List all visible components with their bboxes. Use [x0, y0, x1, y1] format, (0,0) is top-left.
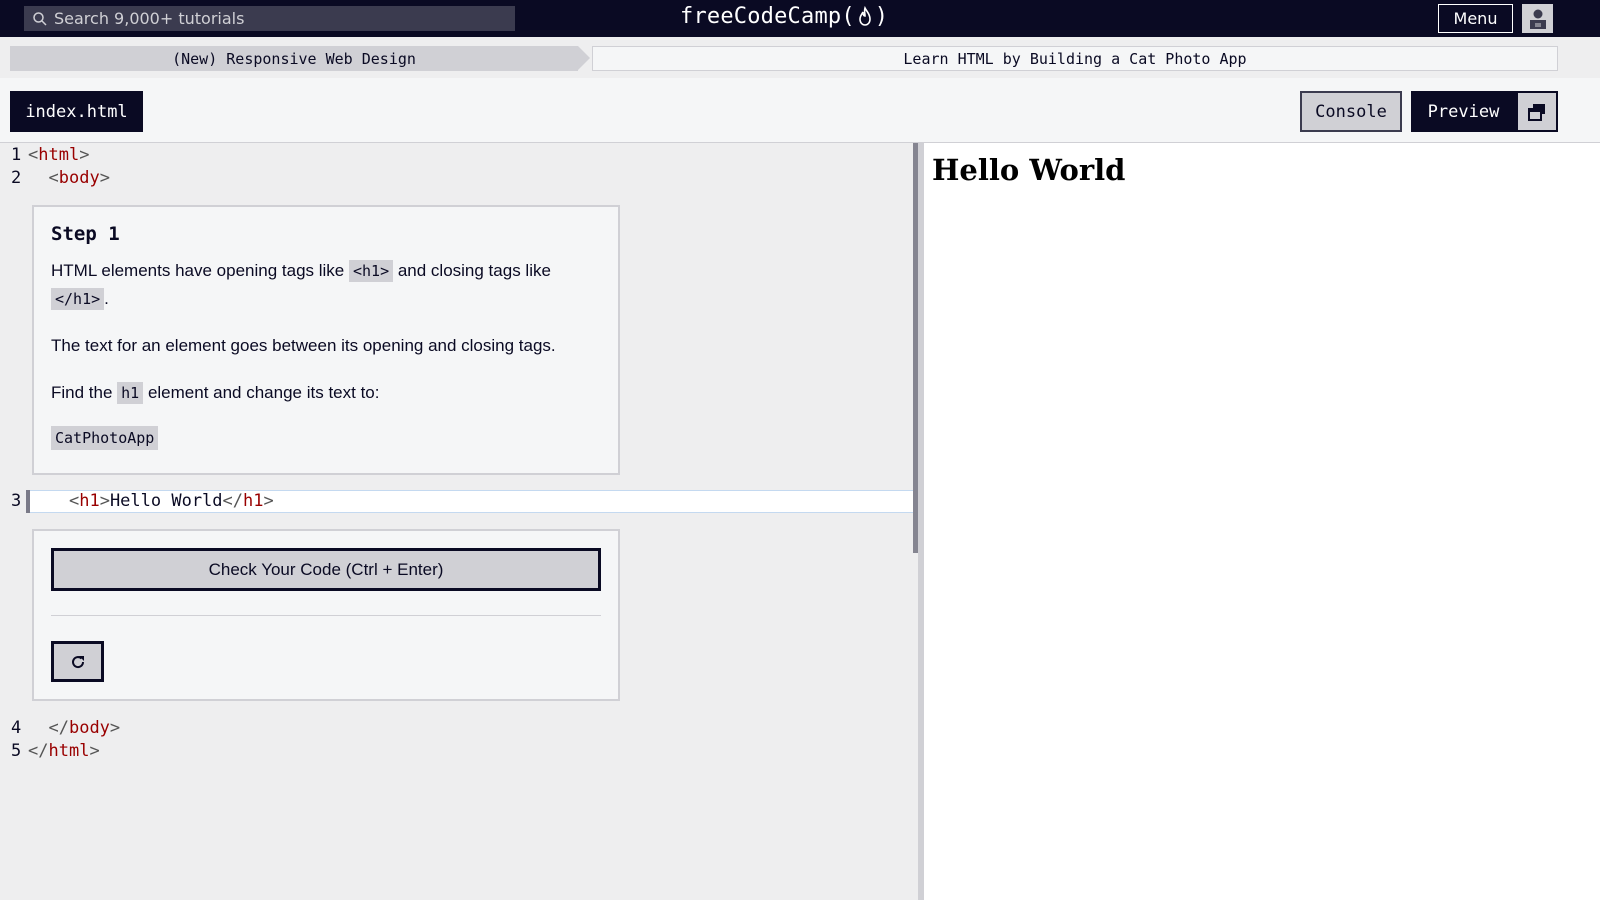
code-line-editable[interactable]: 3 < h1 > Hello World </h1 > [0, 490, 274, 512]
tag-name: body [68, 718, 110, 738]
bracket: < [28, 145, 39, 165]
breadcrumb-arrow [578, 46, 590, 70]
instruction-paragraph: The text for an element goes between its… [51, 336, 556, 355]
check-code-button[interactable]: Check Your Code (Ctrl + Enter) [51, 548, 601, 591]
tag-name: h1 [79, 491, 100, 511]
bracket: > [79, 145, 90, 165]
popout-window-icon [1528, 103, 1545, 121]
preview-pane: Hello World [924, 143, 1600, 900]
bracket: < [68, 491, 80, 511]
inline-code: </h1> [51, 288, 105, 310]
divider [51, 615, 601, 616]
tag-name: html [48, 741, 90, 761]
code-line[interactable]: 1 < html > [0, 144, 89, 166]
menu-button[interactable]: Menu [1438, 4, 1513, 33]
check-panel: Check Your Code (Ctrl + Enter) [32, 529, 620, 701]
line-number: 3 [11, 491, 22, 511]
tag-name: h1 [243, 491, 264, 511]
instruction-paragraph: Find the h1 element and change its text … [51, 379, 601, 407]
instruction-text: element and change its text to: [143, 383, 380, 402]
file-tab-index-html[interactable]: index.html [10, 91, 143, 132]
search-box[interactable] [24, 6, 515, 31]
preview-button[interactable]: Preview [1411, 91, 1516, 132]
instruction-paragraph: HTML elements have opening tags like <h1… [51, 257, 601, 313]
code-editor[interactable]: 1 < html > 2 < body > Step 1 HTML elements ha… [0, 143, 918, 900]
inline-code: h1 [117, 382, 144, 404]
breadcrumb: (New) Responsive Web Design Learn HTML b… [10, 46, 1558, 71]
tag-name: html [38, 145, 80, 165]
instruction-text: . [104, 289, 109, 308]
bracket: > [89, 741, 100, 761]
line-number: 4 [11, 718, 22, 738]
bracket: > [99, 491, 110, 511]
user-avatar-icon [1529, 9, 1546, 29]
target-text-code: CatPhotoApp [51, 426, 159, 450]
line-number: 2 [11, 168, 22, 188]
inline-code: <h1> [348, 260, 394, 282]
brand-text-end: ) [874, 4, 889, 29]
code-line[interactable]: 2 < body > [0, 167, 110, 189]
instruction-text: Find the [51, 383, 118, 402]
breadcrumb-project[interactable]: Learn HTML by Building a Cat Photo App [592, 46, 1558, 71]
preview-heading: Hello World [932, 153, 1126, 187]
bracket: </ [222, 491, 244, 511]
brand-logo[interactable]: freeCodeCamp( ) [680, 4, 888, 29]
top-nav: freeCodeCamp( ) Menu [0, 0, 1600, 37]
tag-name: body [58, 168, 100, 188]
editor-toolbar: index.html Console Preview [0, 78, 1600, 143]
search-input[interactable] [54, 9, 494, 28]
bracket: </ [28, 741, 49, 761]
flame-icon [858, 5, 871, 26]
code-line[interactable]: 4 </body > [0, 717, 120, 739]
bracket: > [109, 718, 121, 738]
breadcrumb-course[interactable]: (New) Responsive Web Design [10, 46, 578, 71]
instruction-text: HTML elements have opening tags like [51, 261, 349, 280]
step-title: Step 1 [51, 223, 120, 245]
bracket: > [263, 491, 274, 511]
line-number: 1 [11, 145, 22, 165]
line-number: 5 [11, 741, 22, 761]
instruction-text: and closing tags like [393, 261, 551, 280]
brand-text: freeCodeCamp( [680, 4, 855, 29]
bracket: < [48, 168, 59, 188]
console-button[interactable]: Console [1300, 91, 1402, 132]
code-line[interactable]: 5 </html > [0, 740, 100, 762]
popout-preview-button[interactable] [1516, 91, 1558, 132]
h1-text: Hello World [109, 491, 223, 511]
reset-button[interactable] [51, 641, 104, 682]
bracket: </ [48, 718, 69, 738]
step-instructions: Step 1 HTML elements have opening tags l… [32, 205, 620, 475]
bracket: > [99, 168, 110, 188]
avatar[interactable] [1522, 4, 1553, 33]
reset-icon [71, 655, 84, 668]
search-icon [33, 11, 47, 26]
